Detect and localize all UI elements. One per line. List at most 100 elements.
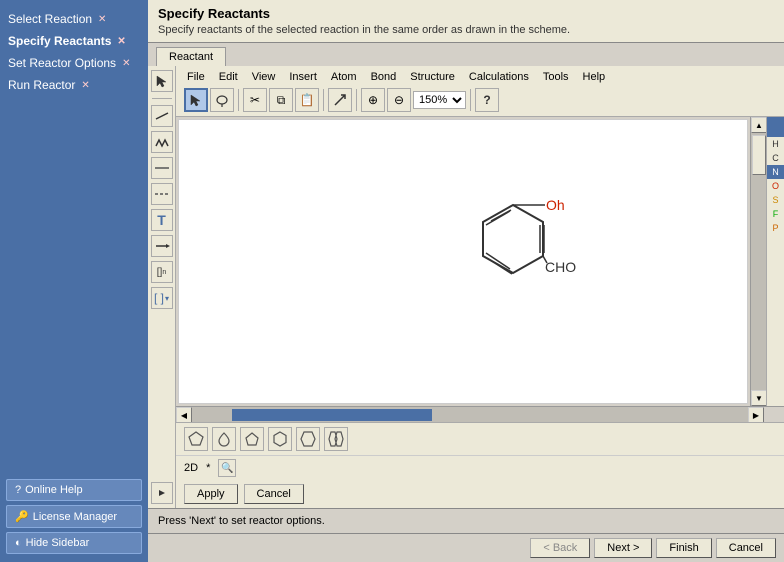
next-button[interactable]: Next >	[594, 538, 652, 558]
tool-bar: ✂ ⧉ 📋 ⊕ ⊖ 150% 50% 75%	[180, 86, 780, 114]
molecule-display: Oh CHO	[403, 162, 603, 362]
shape-toolbar	[176, 423, 784, 456]
lasso-tool-btn[interactable]	[210, 88, 234, 112]
status-bar: 2D * 🔍	[176, 456, 784, 480]
arrow-right-button[interactable]	[151, 482, 173, 504]
hexagon-shape-btn[interactable]	[268, 427, 292, 451]
tab-row: Reactant	[148, 43, 784, 66]
asterisk-label: *	[206, 462, 210, 474]
select-tool-btn[interactable]	[184, 88, 208, 112]
h-scroll-thumb[interactable]	[232, 409, 432, 421]
online-help-button[interactable]: ? Online Help	[6, 479, 142, 501]
hide-sidebar-button[interactable]: ◐ Hide Sidebar	[6, 532, 142, 554]
menu-edit[interactable]: Edit	[216, 70, 241, 84]
close-icon[interactable]: ✕	[117, 36, 125, 47]
paste-btn[interactable]: 📋	[295, 88, 319, 112]
close-icon[interactable]: ✕	[122, 58, 130, 69]
scroll-left-button[interactable]: ◀	[176, 407, 192, 422]
clean-btn[interactable]	[328, 88, 352, 112]
finish-button[interactable]: Finish	[656, 538, 711, 558]
license-manager-button[interactable]: 🔑 License Manager	[6, 505, 142, 528]
element-C-button[interactable]: C	[767, 151, 784, 165]
copy-btn[interactable]: ⧉	[269, 88, 293, 112]
close-icon[interactable]: ✕	[81, 80, 89, 91]
toolbar-separator-3	[356, 89, 357, 111]
element-S-button[interactable]: S	[767, 193, 784, 207]
toolbar-separator-1	[238, 89, 239, 111]
menu-tools[interactable]: Tools	[540, 70, 572, 84]
drop-shape-btn[interactable]	[212, 427, 236, 451]
cancel-button[interactable]: Cancel	[244, 484, 304, 504]
sidebar-item-set-reactor-options[interactable]: Set Reactor Options ✕	[6, 52, 142, 74]
toolbar-separator-2	[323, 89, 324, 111]
svg-text:CHO: CHO	[545, 259, 576, 275]
search-btn[interactable]: 🔍	[218, 459, 236, 477]
canvas-col: Oh CHO ▲	[176, 117, 784, 422]
menu-insert[interactable]: Insert	[286, 70, 320, 84]
sidebar-item-run-reactor[interactable]: Run Reactor ✕	[6, 74, 142, 96]
vertical-scrollbar[interactable]: ▲ ▼	[750, 117, 766, 406]
cancel-nav-button[interactable]: Cancel	[716, 538, 776, 558]
select-tool-button[interactable]	[151, 70, 173, 92]
square-bracket-button[interactable]: [ ]▾	[151, 287, 173, 309]
menu-view[interactable]: View	[249, 70, 279, 84]
scroll-thumb[interactable]	[752, 135, 766, 175]
element-H-button[interactable]: H	[767, 137, 784, 151]
close-icon[interactable]: ✕	[98, 14, 106, 25]
element-sidebar: H C N O S F P	[766, 117, 784, 406]
element-N-button[interactable]: N	[767, 165, 784, 179]
pentagon2-shape-btn[interactable]	[240, 427, 264, 451]
header-description: Specify reactants of the selected reacti…	[158, 24, 774, 36]
element-P-button[interactable]: P	[767, 221, 784, 235]
menu-structure[interactable]: Structure	[407, 70, 458, 84]
pentagon-shape-btn[interactable]	[184, 427, 208, 451]
status-message: Press 'Next' to set reactor options.	[158, 515, 325, 527]
draw-bond-button[interactable]	[151, 105, 173, 127]
element-F-button[interactable]: F	[767, 207, 784, 221]
left-toolbar: T []n [ ]▾	[148, 66, 176, 508]
cut-btn[interactable]: ✂	[243, 88, 267, 112]
menu-bond[interactable]: Bond	[368, 70, 400, 84]
menu-file[interactable]: File	[184, 70, 208, 84]
back-button[interactable]: < Back	[530, 538, 590, 558]
header-title: Specify Reactants	[158, 6, 774, 21]
dash-button[interactable]	[151, 183, 173, 205]
menu-help[interactable]: Help	[580, 70, 609, 84]
top-toolbar: File Edit View Insert Atom Bond Structur…	[176, 66, 784, 117]
sidebar-item-select-reaction[interactable]: Select Reaction ✕	[6, 8, 142, 30]
scroll-down-button[interactable]: ▼	[751, 390, 767, 406]
zoom-out-btn[interactable]: ⊖	[387, 88, 411, 112]
sidebar: Select Reaction ✕ Specify Reactants ✕ Se…	[0, 0, 148, 562]
chain-button[interactable]	[151, 131, 173, 153]
tab-reactant[interactable]: Reactant	[156, 47, 226, 66]
arrow-button[interactable]	[151, 235, 173, 257]
main-editor: File Edit View Insert Atom Bond Structur…	[176, 66, 784, 508]
sidebar-item-specify-reactants[interactable]: Specify Reactants ✕	[6, 30, 142, 52]
sidebar-item-label: Set Reactor Options	[8, 56, 116, 70]
apply-button[interactable]: Apply	[184, 484, 238, 504]
menu-bar: File Edit View Insert Atom Bond Structur…	[180, 68, 780, 86]
zoom-in-btn[interactable]: ⊕	[361, 88, 385, 112]
hexagon2-shape-btn[interactable]	[296, 427, 320, 451]
line-button[interactable]	[151, 157, 173, 179]
content-area: Specify Reactants Specify reactants of t…	[148, 0, 784, 562]
scroll-track[interactable]	[751, 133, 766, 390]
sidebar-bottom: ? Online Help 🔑 License Manager ◐ Hide S…	[6, 479, 142, 554]
horizontal-scrollbar[interactable]: ◀ ▶	[176, 406, 784, 422]
bracket-button[interactable]: []n	[151, 261, 173, 283]
menu-calculations[interactable]: Calculations	[466, 70, 532, 84]
scroll-right-button[interactable]: ▶	[748, 407, 764, 422]
editor-bottom: 2D * 🔍 Apply Cancel	[176, 422, 784, 508]
help-btn[interactable]: ?	[475, 88, 499, 112]
text-button[interactable]: T	[151, 209, 173, 231]
zoom-select[interactable]: 150% 50% 75% 100% 200% 300%	[413, 91, 466, 109]
drawing-canvas[interactable]: Oh CHO	[178, 119, 748, 404]
bottom-status: Press 'Next' to set reactor options.	[148, 508, 784, 533]
sidebar-item-label: Run Reactor	[8, 78, 75, 92]
element-O-button[interactable]: O	[767, 179, 784, 193]
double-ring-btn[interactable]	[324, 427, 348, 451]
menu-atom[interactable]: Atom	[328, 70, 360, 84]
action-bar: Apply Cancel	[176, 480, 784, 508]
h-scroll-track[interactable]	[192, 407, 748, 422]
scroll-up-button[interactable]: ▲	[751, 117, 767, 133]
